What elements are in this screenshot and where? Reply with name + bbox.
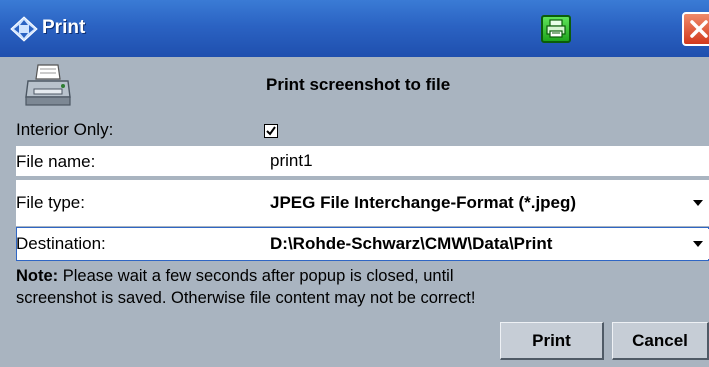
print-dialog: Print Print screenshot to file Interior … (0, 0, 709, 367)
cancel-button[interactable]: Cancel (612, 322, 709, 360)
note-line-2: screenshot is saved. Otherwise file cont… (16, 289, 476, 307)
dialog-header-title: Print screenshot to file (266, 75, 451, 94)
file-name-input[interactable]: print1 (262, 146, 709, 176)
checkmark-icon (266, 126, 276, 136)
note-line-1: Please wait a few seconds after popup is… (58, 267, 454, 285)
destination-label: Destination: (16, 234, 106, 253)
chevron-down-icon[interactable] (693, 200, 703, 206)
dialog-header: Print screenshot to file (0, 57, 709, 115)
interior-only-label: Interior Only: (16, 120, 114, 139)
file-type-value: JPEG File Interchange-Format (*.jpeg) (270, 193, 577, 212)
printer-icon (25, 64, 71, 106)
diamond-arrows-icon (10, 16, 38, 42)
title-print-button[interactable] (541, 15, 571, 43)
close-button[interactable] (682, 12, 709, 46)
file-name-label: File name: (16, 152, 96, 171)
window-title: Print (42, 17, 86, 38)
note-prefix: Note: (16, 267, 59, 285)
title-bar[interactable]: Print (0, 0, 709, 57)
print-button[interactable]: Print (500, 322, 604, 360)
destination-value: D:\Rohde-Schwarz\CMW\Data\Print (270, 234, 553, 253)
file-type-label: File type: (16, 193, 85, 212)
printer-icon (546, 19, 566, 38)
note-text: Note: Please wait a few seconds after po… (16, 265, 706, 309)
chevron-down-icon[interactable] (693, 241, 703, 247)
close-icon (690, 20, 708, 38)
destination-select[interactable]: D:\Rohde-Schwarz\CMW\Data\Print (262, 229, 709, 259)
interior-only-checkbox[interactable] (264, 124, 278, 138)
file-type-select[interactable]: JPEG File Interchange-Format (*.jpeg) (262, 182, 709, 224)
